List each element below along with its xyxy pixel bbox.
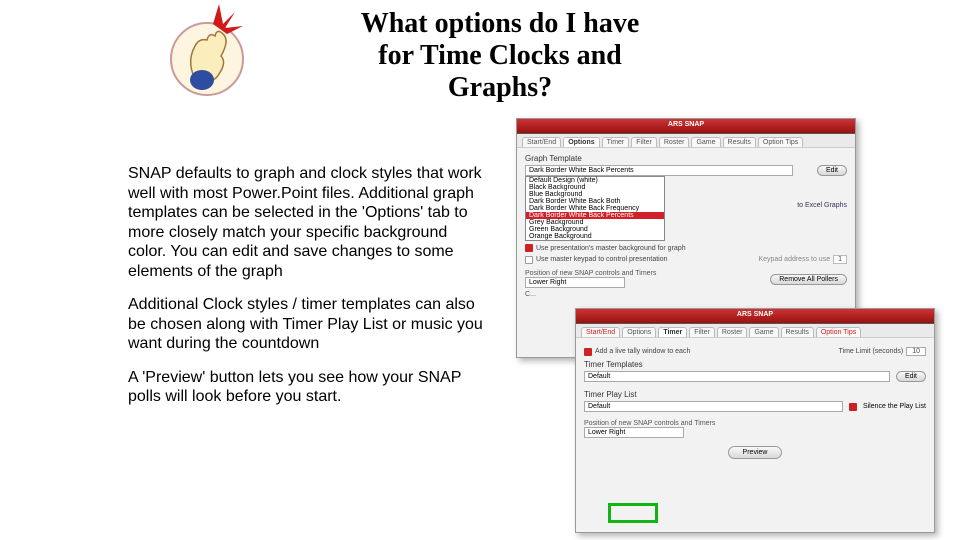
tab-roster[interactable]: Roster xyxy=(717,327,748,337)
tab-timer[interactable]: Timer xyxy=(602,137,630,147)
snap-icon xyxy=(165,4,250,104)
highlight-box xyxy=(608,503,658,523)
timer-playlist-label: Timer Play List xyxy=(584,390,926,399)
timer-playlist-combo[interactable]: Default xyxy=(584,401,843,412)
position-dropdown[interactable]: Lower Right xyxy=(584,427,684,438)
graph-template-label: Graph Template xyxy=(525,154,847,163)
tab-filter[interactable]: Filter xyxy=(631,137,657,147)
tab-game[interactable]: Game xyxy=(691,137,720,147)
remove-pollers-button[interactable]: Remove All Pollers xyxy=(770,274,847,285)
page-title: What options do I have for Time Clocks a… xyxy=(340,8,660,105)
window-titlebar: ARS SNAP xyxy=(576,309,934,324)
tab-optiontips[interactable]: Option Tips xyxy=(816,327,861,337)
timer-templates-label: Timer Templates xyxy=(584,360,926,369)
tab-game[interactable]: Game xyxy=(749,327,778,337)
edit-button[interactable]: Edit xyxy=(817,165,847,176)
body-text: SNAP defaults to graph and clock styles … xyxy=(128,164,488,421)
use-master-bg-checkbox[interactable] xyxy=(525,244,533,252)
list-item[interactable]: Green Background xyxy=(526,226,664,233)
list-item[interactable]: Grey Background xyxy=(526,219,664,226)
paragraph-3: A 'Preview' button lets you see how your… xyxy=(128,368,488,407)
tab-roster[interactable]: Roster xyxy=(659,137,690,147)
tab-options[interactable]: Options xyxy=(622,327,656,337)
timer-window: ARS SNAP Start/End Options Timer Filter … xyxy=(575,308,935,533)
list-item[interactable]: Blue Background xyxy=(526,191,664,198)
master-keypad-checkbox[interactable] xyxy=(525,256,533,264)
tab-startend[interactable]: Start/End xyxy=(522,137,561,147)
position-label: Position of new SNAP controls and Timers xyxy=(525,270,656,277)
list-item[interactable]: Black Background xyxy=(526,184,664,191)
timelimit-field[interactable]: 10 xyxy=(906,347,926,356)
live-tally-label: Add a live tally window to each xyxy=(595,348,690,355)
silence-playlist-label: Silence the Play List xyxy=(863,403,926,410)
tab-filter[interactable]: Filter xyxy=(689,327,715,337)
window-title: ARS SNAP xyxy=(668,121,704,128)
graph-template-listbox[interactable]: Default Design (white) Black Background … xyxy=(525,176,665,241)
use-master-bg-label: Use presentation's master background for… xyxy=(536,245,686,252)
timer-template-combo[interactable]: Default xyxy=(584,371,890,382)
graph-template-combo[interactable]: Dark Border White Back Percents xyxy=(525,165,793,176)
timelimit-label: Time Limit (seconds) xyxy=(839,348,904,355)
master-keypad-label: Use master keypad to control presentatio… xyxy=(536,256,668,263)
silence-playlist-checkbox[interactable] xyxy=(849,403,857,411)
tab-startend[interactable]: Start/End xyxy=(581,327,620,337)
keypad-address-label: Keypad address to use xyxy=(758,256,830,263)
list-item[interactable]: Orange Background xyxy=(526,233,664,240)
tab-timer[interactable]: Timer xyxy=(658,327,687,337)
position-label: Position of new SNAP controls and Timers xyxy=(584,420,926,427)
paragraph-1: SNAP defaults to graph and clock styles … xyxy=(128,164,488,281)
preview-button[interactable]: Preview xyxy=(728,446,783,459)
list-item[interactable]: Dark Border White Back Frequency xyxy=(526,205,664,212)
list-item[interactable]: Default Design (white) xyxy=(526,177,664,184)
position-dropdown[interactable]: Lower Right xyxy=(525,277,625,288)
tab-results[interactable]: Results xyxy=(781,327,814,337)
tab-options[interactable]: Options xyxy=(563,137,599,147)
keypad-address-field[interactable]: 1 xyxy=(833,255,847,264)
paragraph-2: Additional Clock styles / timer template… xyxy=(128,295,488,354)
list-item[interactable]: Dark Border White Back Percents xyxy=(526,212,664,219)
tab-results[interactable]: Results xyxy=(723,137,756,147)
tab-bar: Start/End Options Timer Filter Roster Ga… xyxy=(576,324,934,338)
edit-button[interactable]: Edit xyxy=(896,371,926,382)
list-item[interactable]: Dark Border White Back Both xyxy=(526,198,664,205)
tab-bar: Start/End Options Timer Filter Roster Ga… xyxy=(517,134,855,148)
window-titlebar: ARS SNAP xyxy=(517,119,855,134)
truncated-section-label: C... xyxy=(525,291,847,298)
live-tally-checkbox[interactable] xyxy=(584,348,592,356)
tab-optiontips[interactable]: Option Tips xyxy=(758,137,803,147)
window-title: ARS SNAP xyxy=(737,311,773,318)
export-excel-link[interactable]: to Excel Graphs xyxy=(797,202,847,209)
